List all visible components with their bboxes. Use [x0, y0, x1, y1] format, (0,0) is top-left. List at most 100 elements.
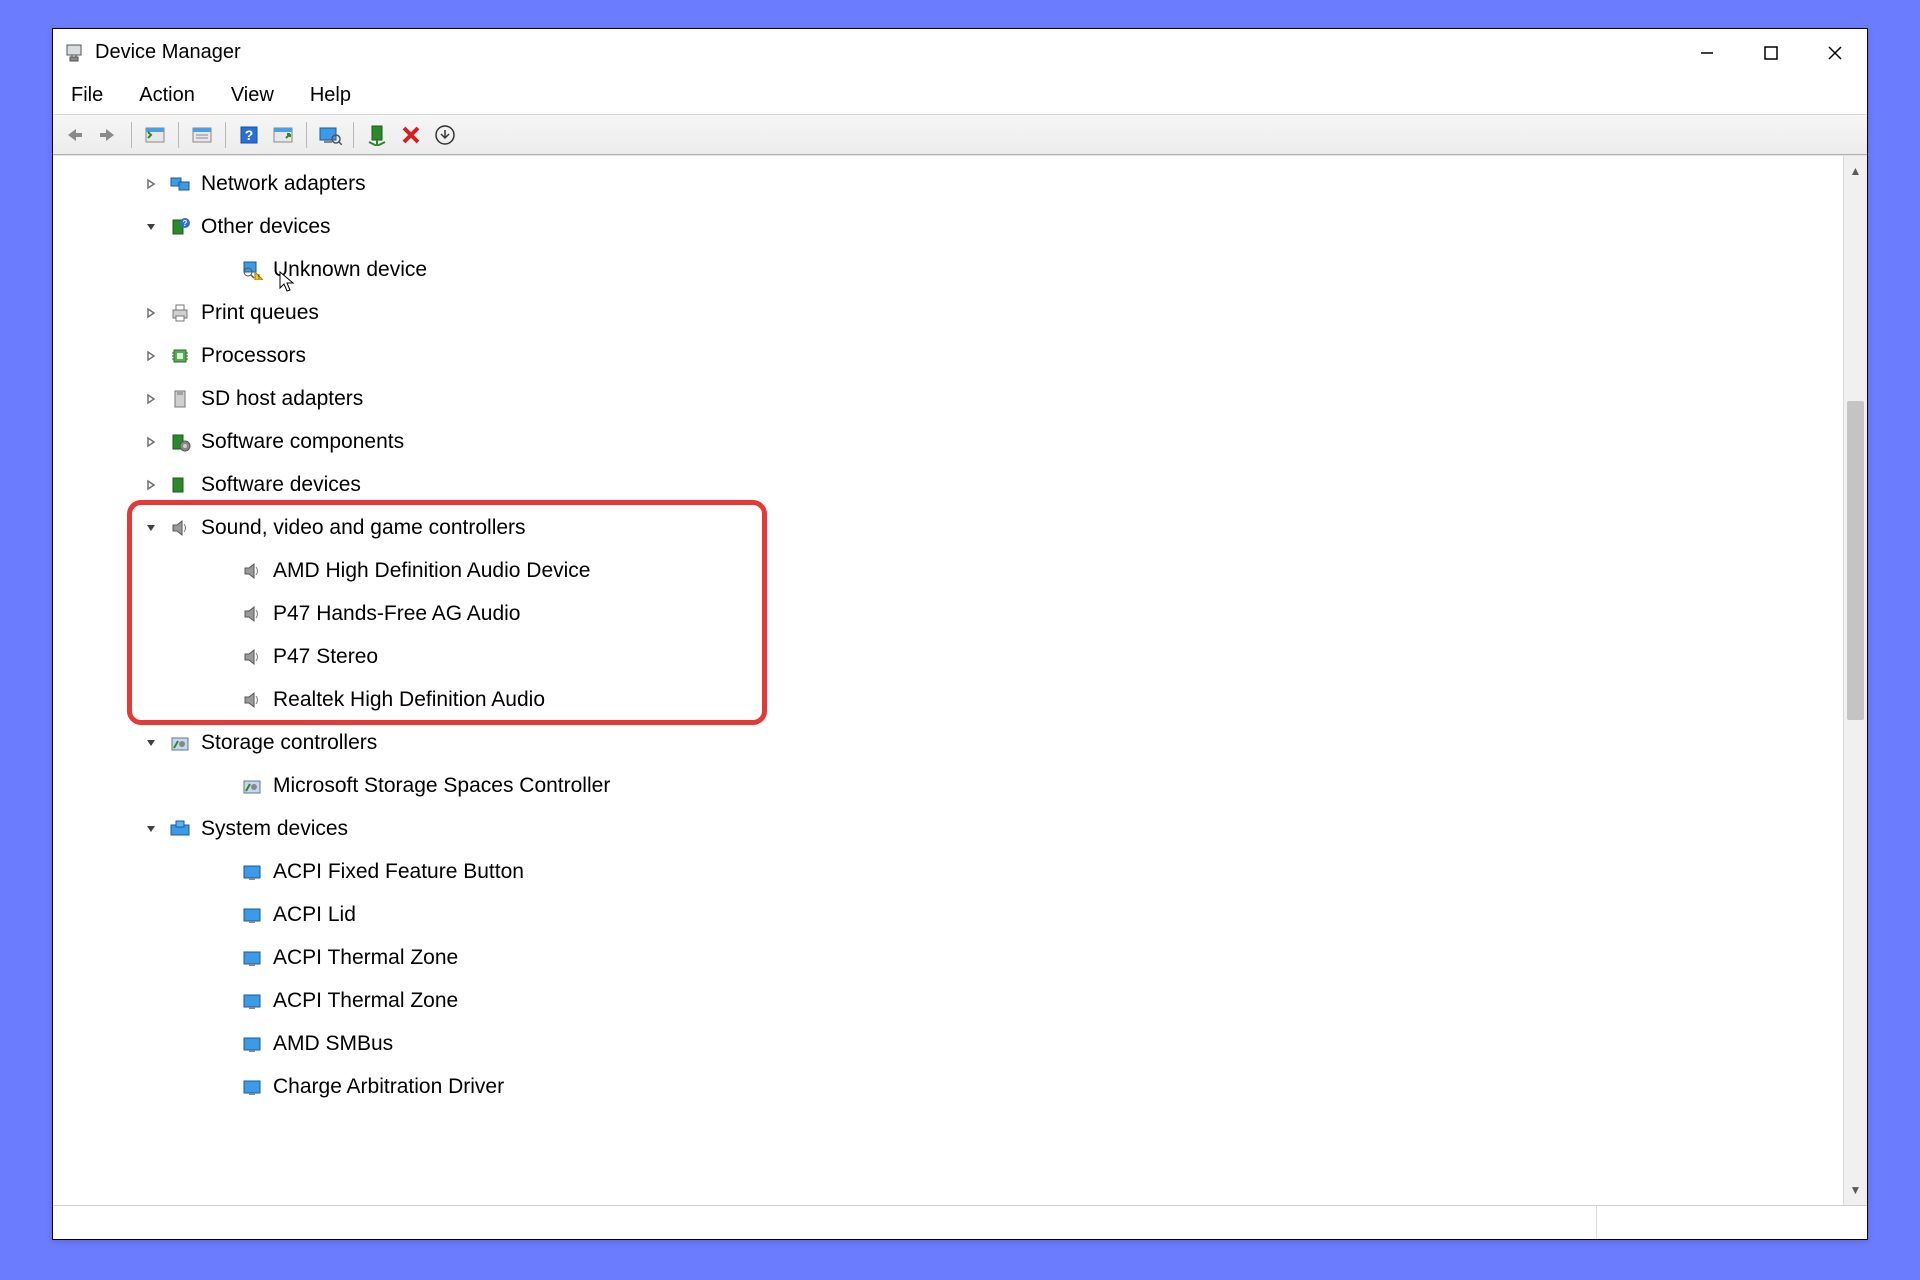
svg-text:?: ? [183, 219, 188, 228]
tree-item-label: ACPI Fixed Feature Button [273, 861, 524, 882]
scan-hardware-icon[interactable] [315, 120, 345, 150]
scroll-up-icon[interactable]: ▲ [1844, 160, 1867, 182]
tree-item[interactable]: ACPI Thermal Zone [53, 979, 1843, 1022]
show-hidden-icon[interactable] [140, 120, 170, 150]
tree-item[interactable]: Realtek High Definition Audio [53, 678, 1843, 721]
tree-category-label: Storage controllers [201, 732, 377, 753]
tree-category[interactable]: Software components [53, 420, 1843, 463]
tree-item[interactable]: Microsoft Storage Spaces Controller [53, 764, 1843, 807]
help-icon[interactable]: ? [234, 120, 264, 150]
tree-item-label: Charge Arbitration Driver [273, 1076, 504, 1097]
tree-item[interactable]: ACPI Lid [53, 893, 1843, 936]
app-icon [63, 42, 85, 64]
tree-category-label: Network adapters [201, 173, 366, 194]
tree-item-label: P47 Hands-Free AG Audio [273, 603, 520, 624]
chevron-right-icon[interactable] [141, 303, 161, 323]
chevron-down-icon[interactable] [141, 217, 161, 237]
tree-item[interactable]: AMD SMBus [53, 1022, 1843, 1065]
forward-arrow-icon[interactable] [93, 120, 123, 150]
printer-icon [167, 302, 193, 324]
tree-category-label: Other devices [201, 216, 331, 237]
tree-item-label: Microsoft Storage Spaces Controller [273, 775, 610, 796]
tree-item-label: AMD High Definition Audio Device [273, 560, 590, 581]
scrollbar-thumb[interactable] [1847, 401, 1864, 720]
menu-file[interactable]: File [67, 82, 107, 109]
speaker-icon [239, 689, 265, 711]
speaker-icon [239, 560, 265, 582]
scroll-down-icon[interactable]: ▼ [1844, 1179, 1867, 1201]
unknown-device-icon: ! [239, 259, 265, 281]
action-icon[interactable] [268, 120, 298, 150]
software-component-icon [167, 431, 193, 453]
sound-icon [167, 517, 193, 539]
system-item-icon [239, 861, 265, 883]
tree-category[interactable]: System devices [53, 807, 1843, 850]
svg-text:?: ? [245, 127, 254, 143]
tree-item[interactable]: AMD High Definition Audio Device [53, 549, 1843, 592]
tree-item-label: ACPI Thermal Zone [273, 990, 458, 1011]
tree-category[interactable]: Storage controllers [53, 721, 1843, 764]
other-devices-icon: ? [167, 216, 193, 238]
tree-item[interactable]: P47 Stereo [53, 635, 1843, 678]
titlebar: Device Manager [53, 29, 1867, 77]
tree-category-label: SD host adapters [201, 388, 363, 409]
chevron-right-icon[interactable] [141, 475, 161, 495]
tree-category[interactable]: Processors [53, 334, 1843, 377]
chevron-right-icon[interactable] [141, 174, 161, 194]
tree-item-label: ACPI Thermal Zone [273, 947, 458, 968]
svg-text:!: ! [258, 274, 260, 280]
chevron-down-icon[interactable] [141, 518, 161, 538]
tree-category[interactable]: SD host adapters [53, 377, 1843, 420]
menu-help[interactable]: Help [306, 82, 355, 109]
processor-icon [167, 345, 193, 367]
tree-item-label: ACPI Lid [273, 904, 356, 925]
tree-item-label: Realtek High Definition Audio [273, 689, 545, 710]
tree-item[interactable]: ! Unknown device [53, 248, 1843, 291]
chevron-right-icon[interactable] [141, 346, 161, 366]
tree-category[interactable]: Software devices [53, 463, 1843, 506]
tree-category[interactable]: ? Other devices [53, 205, 1843, 248]
disable-device-icon[interactable] [396, 120, 426, 150]
tree-item[interactable]: Charge Arbitration Driver [53, 1065, 1843, 1108]
back-arrow-icon[interactable] [59, 120, 89, 150]
uninstall-icon[interactable] [430, 120, 460, 150]
tree-category[interactable]: Sound, video and game controllers [53, 506, 1843, 549]
sd-icon [167, 388, 193, 410]
tree-item[interactable]: ACPI Thermal Zone [53, 936, 1843, 979]
tree-category-label: Print queues [201, 302, 319, 323]
chevron-right-icon[interactable] [141, 389, 161, 409]
chevron-right-icon[interactable] [141, 432, 161, 452]
close-button[interactable] [1803, 29, 1867, 77]
device-tree[interactable]: Network adapters? Other devices! Unknown d… [53, 156, 1843, 1205]
menu-view[interactable]: View [227, 82, 278, 109]
network-icon [167, 173, 193, 195]
properties-icon[interactable] [187, 120, 217, 150]
system-item-icon [239, 1076, 265, 1098]
enable-device-icon[interactable] [362, 120, 392, 150]
chevron-down-icon[interactable] [141, 819, 161, 839]
menu-action[interactable]: Action [135, 82, 199, 109]
minimize-button[interactable] [1675, 29, 1739, 77]
system-item-icon [239, 904, 265, 926]
tree-category-label: Processors [201, 345, 306, 366]
storage-icon [167, 732, 193, 754]
tree-item-label: Unknown device [273, 259, 427, 280]
tree-item-label: AMD SMBus [273, 1033, 393, 1054]
system-item-icon [239, 990, 265, 1012]
tree-item[interactable]: ACPI Fixed Feature Button [53, 850, 1843, 893]
maximize-button[interactable] [1739, 29, 1803, 77]
tree-item[interactable]: P47 Hands-Free AG Audio [53, 592, 1843, 635]
chevron-down-icon[interactable] [141, 733, 161, 753]
device-manager-window: Device Manager File Action View Help [52, 28, 1868, 1240]
storage-item-icon [239, 775, 265, 797]
vertical-scrollbar[interactable]: ▲ ▼ [1843, 156, 1867, 1205]
statusbar [53, 1205, 1867, 1239]
toolbar: ? [53, 115, 1867, 155]
menubar: File Action View Help [53, 77, 1867, 115]
tree-category-label: System devices [201, 818, 348, 839]
system-item-icon [239, 1033, 265, 1055]
tree-category[interactable]: Network adapters [53, 162, 1843, 205]
speaker-icon [239, 603, 265, 625]
tree-item-label: P47 Stereo [273, 646, 378, 667]
tree-category[interactable]: Print queues [53, 291, 1843, 334]
